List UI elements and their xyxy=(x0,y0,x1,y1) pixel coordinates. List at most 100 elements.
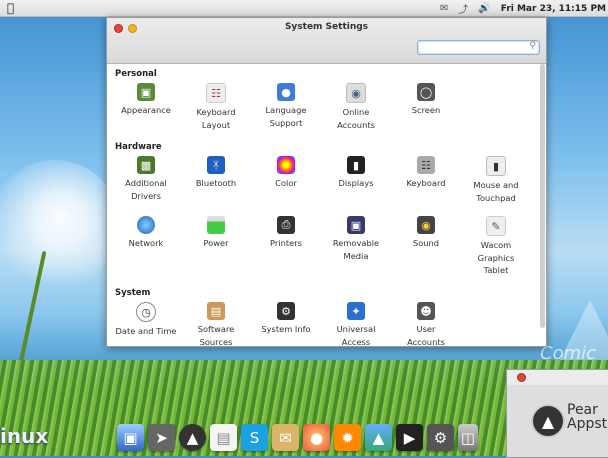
universal-access-icon: ✦ xyxy=(347,302,365,320)
item-label: Printers xyxy=(270,238,302,248)
item-power[interactable]: Power xyxy=(181,216,251,250)
item-label: Sound xyxy=(412,238,440,248)
item-label: Wacom Graphics Tablet xyxy=(477,240,515,275)
item-color[interactable]: Color xyxy=(251,156,321,190)
item-label: Keyboard Layout xyxy=(196,107,236,130)
sound-icon: ◉ xyxy=(417,216,435,234)
burst-icon[interactable]: ✹ xyxy=(334,424,361,451)
appstore-icon: ▲ xyxy=(531,404,565,438)
document-icon[interactable]: ▤ xyxy=(210,424,237,451)
item-label: Color xyxy=(275,178,297,188)
item-user-accounts[interactable]: ☻ User Accounts xyxy=(391,302,461,346)
mail-icon[interactable]: ✉ xyxy=(272,424,299,451)
item-displays[interactable]: ▮ Displays xyxy=(321,156,391,190)
finder-icon[interactable]: ▣ xyxy=(117,424,144,451)
item-wacom-tablet[interactable]: ✎ Wacom Graphics Tablet xyxy=(461,216,531,277)
removable-media-icon: ▣ xyxy=(347,216,365,234)
item-label: Keyboard xyxy=(406,178,446,188)
clock[interactable]: Fri Mar 23, 11:15 PM xyxy=(501,4,606,14)
item-screen[interactable]: ◯ Screen xyxy=(391,83,461,117)
trash-icon[interactable]: ◫ xyxy=(458,424,478,451)
firefox-icon[interactable]: ● xyxy=(303,424,330,451)
item-mouse-touchpad[interactable]: ▮ Mouse and Touchpad xyxy=(461,156,531,204)
item-label: System Info xyxy=(261,324,311,334)
item-universal-access[interactable]: ✦ Universal Access xyxy=(321,302,391,346)
appearance-icon: ▣ xyxy=(137,83,155,101)
clock-icon: ◷ xyxy=(136,302,156,322)
item-label: Removable Media xyxy=(332,238,380,261)
item-online-accounts[interactable]: ◉ Online Accounts xyxy=(321,83,391,131)
appstore-window-body: ▲ Pear Appst xyxy=(507,385,608,457)
close-button[interactable] xyxy=(517,373,526,382)
printer-icon: ⎙ xyxy=(277,216,295,234)
section-hardware: Hardware xyxy=(115,142,162,152)
item-label: Power xyxy=(203,238,229,248)
item-network[interactable]: Network xyxy=(111,216,181,250)
photos-icon[interactable]: ▲ xyxy=(365,424,392,451)
dandelion-wallpaper xyxy=(0,160,120,290)
system-settings-window: System Settings ⚲ Personal ▣ Appearance … xyxy=(106,17,547,347)
wacom-tablet-icon: ✎ xyxy=(486,216,506,236)
item-label: Software Sources xyxy=(197,324,235,346)
item-additional-drivers[interactable]: ▩ Additional Drivers xyxy=(111,156,181,202)
item-label: User Accounts xyxy=(407,324,445,346)
skype-icon[interactable]: S xyxy=(241,424,268,451)
item-label: Displays xyxy=(338,178,374,188)
keyboard-icon: ☷ xyxy=(417,156,435,174)
wallpaper-brand: inux xyxy=(0,424,49,448)
item-bluetooth[interactable]: ᛡ Bluetooth xyxy=(181,156,251,190)
language-support-icon: ● xyxy=(277,83,295,101)
volume-icon[interactable]: 🔊 xyxy=(478,3,490,14)
apple-menu-icon[interactable]:  xyxy=(7,1,14,15)
settings-icon[interactable]: ⚙ xyxy=(427,424,454,451)
item-label: Universal Access xyxy=(336,324,376,346)
item-label: Mouse and Touchpad xyxy=(473,180,519,203)
scrollbar[interactable] xyxy=(540,64,545,328)
online-accounts-icon: ◉ xyxy=(346,83,366,103)
item-label: Language Support xyxy=(265,105,307,128)
item-sound[interactable]: ◉ Sound xyxy=(391,216,461,250)
section-personal: Personal xyxy=(115,69,157,79)
mouse-icon: ▮ xyxy=(486,156,506,176)
power-icon xyxy=(207,216,225,234)
item-label: Network xyxy=(128,238,164,248)
item-keyboard[interactable]: ☷ Keyboard xyxy=(391,156,461,190)
system-info-icon: ⚙ xyxy=(277,302,295,320)
search-input[interactable]: ⚲ xyxy=(417,40,540,55)
appstore-title: Pear Appst xyxy=(567,403,607,431)
additional-drivers-icon: ▩ xyxy=(137,156,155,174)
item-removable-media[interactable]: ▣ Removable Media xyxy=(321,216,391,262)
item-language-support[interactable]: ● Language Support xyxy=(251,83,321,129)
appstore-icon[interactable]: ▲ xyxy=(179,424,206,451)
appstore-window: ▲ Pear Appst xyxy=(506,369,608,458)
item-keyboard-layout[interactable]: ☷ Keyboard Layout xyxy=(181,83,251,131)
item-date-time[interactable]: ◷ Date and Time xyxy=(111,302,181,338)
video-icon[interactable]: ▶ xyxy=(396,424,423,451)
item-label: Screen xyxy=(411,105,441,115)
section-system: System xyxy=(115,288,151,298)
network-icon xyxy=(137,216,155,234)
top-panel:  ✉ ⤴ 🔊 Fri Mar 23, 11:15 PM xyxy=(0,0,608,17)
item-system-info[interactable]: ⚙ System Info xyxy=(251,302,321,336)
window-title: System Settings xyxy=(284,22,369,32)
user-accounts-icon: ☻ xyxy=(417,302,435,320)
item-appearance[interactable]: ▣ Appearance xyxy=(111,83,181,117)
system-tray: ✉ ⤴ 🔊 Fri Mar 23, 11:15 PM xyxy=(440,0,606,17)
item-label: Additional Drivers xyxy=(125,178,167,201)
settings-grid: Personal ▣ Appearance ☷ Keyboard Layout … xyxy=(107,64,538,346)
software-sources-icon: ▤ xyxy=(207,302,225,320)
keyboard-layout-icon: ☷ xyxy=(206,83,226,103)
appstore-title-line1: Pear xyxy=(567,402,598,418)
item-label: Bluetooth xyxy=(195,178,237,188)
mail-icon[interactable]: ✉ xyxy=(440,3,448,14)
item-label: Date and Time xyxy=(115,326,177,336)
screen-icon: ◯ xyxy=(417,83,435,101)
network-icon[interactable]: ⤴ xyxy=(458,1,468,16)
launchpad-icon[interactable]: ➤ xyxy=(148,424,175,451)
displays-icon: ▮ xyxy=(347,156,365,174)
titlebar[interactable]: System Settings ⚲ xyxy=(107,18,546,64)
item-printers[interactable]: ⎙ Printers xyxy=(251,216,321,250)
bluetooth-icon: ᛡ xyxy=(207,156,225,174)
search-icon: ⚲ xyxy=(529,41,536,51)
item-software-sources[interactable]: ▤ Software Sources xyxy=(181,302,251,346)
